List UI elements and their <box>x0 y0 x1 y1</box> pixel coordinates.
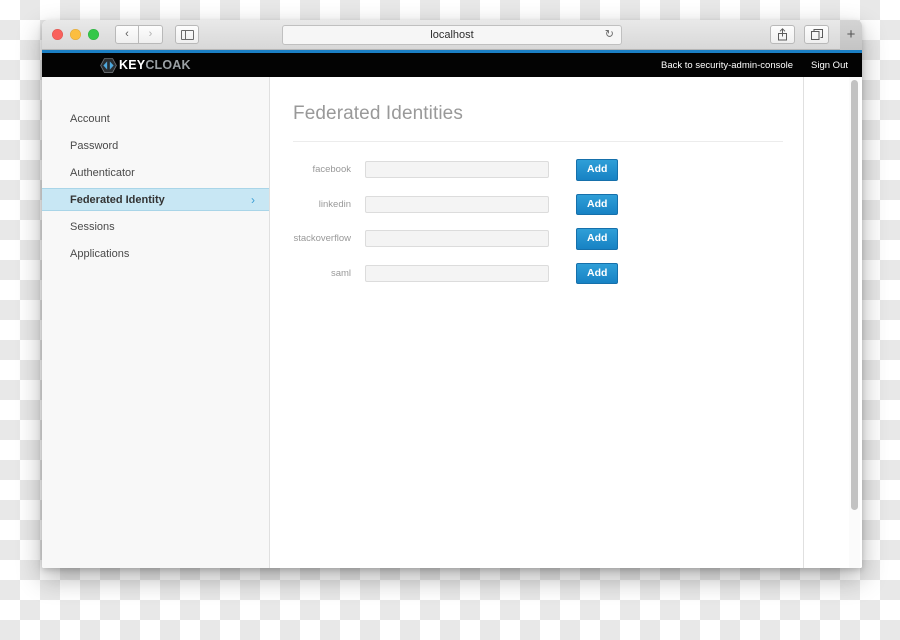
sidebar-item-password[interactable]: Password <box>42 134 269 157</box>
provider-label: linkedin <box>318 198 351 210</box>
page-title: Federated Identities <box>293 103 463 124</box>
address-bar[interactable]: localhost ↻ <box>282 24 622 45</box>
provider-label: facebook <box>312 164 351 176</box>
federated-identity-row-saml: saml Add <box>293 262 803 285</box>
provider-label: stackoverflow <box>293 233 351 245</box>
address-bar-text: localhost <box>430 28 474 41</box>
window-traffic-lights <box>52 29 99 40</box>
page-body: Account Password Authenticator Federated… <box>42 77 862 568</box>
page-scrollbar-thumb[interactable] <box>851 80 858 510</box>
share-button[interactable] <box>770 25 795 44</box>
chevron-right-icon: › <box>251 192 255 207</box>
logo-text-cloak: CLOAK <box>145 58 191 72</box>
keycloak-logo-icon <box>100 57 117 73</box>
main-content: Federated Identities facebook Add linked… <box>270 77 804 568</box>
sidebar-item-label: Sessions <box>70 220 115 233</box>
add-button[interactable]: Add <box>576 262 619 285</box>
show-tabs-button[interactable] <box>804 25 829 44</box>
title-divider <box>293 141 783 142</box>
federated-identity-row-linkedin: linkedin Add <box>293 193 803 216</box>
navigation-buttons: ‹ › <box>115 25 163 44</box>
sidebar-item-label: Account <box>70 112 110 125</box>
federated-identity-row-facebook: facebook Add <box>293 159 803 181</box>
account-sidebar: Account Password Authenticator Federated… <box>42 77 270 568</box>
provider-username-input[interactable] <box>365 230 549 248</box>
add-button[interactable]: Add <box>576 159 619 181</box>
share-icon <box>778 28 787 41</box>
sidebar-item-label: Federated Identity <box>70 193 165 206</box>
keycloak-logo[interactable]: KEYCLOAK <box>100 57 191 73</box>
zoom-window-button[interactable] <box>88 29 99 40</box>
federated-identities-form: facebook Add linkedin Add stackoverflow … <box>293 159 803 285</box>
browser-toolbar: ‹ › localhost ↻ + <box>42 20 862 50</box>
sidebar-item-label: Password <box>70 139 119 152</box>
minimize-window-button[interactable] <box>70 29 81 40</box>
keycloak-header: KEYCLOAK Back to security-admin-console … <box>42 53 862 77</box>
provider-label: saml <box>330 267 351 279</box>
sidebar-toggle-button[interactable] <box>175 25 199 44</box>
sidebar-item-label: Applications <box>70 247 130 260</box>
add-button[interactable]: Add <box>576 193 619 216</box>
page-scrollbar[interactable] <box>849 77 860 568</box>
federated-identity-row-stackoverflow: stackoverflow Add <box>293 228 803 250</box>
reload-icon[interactable]: ↻ <box>605 29 614 40</box>
provider-username-input[interactable] <box>365 161 549 179</box>
new-tab-button[interactable]: + <box>840 20 862 50</box>
sidebar-item-applications[interactable]: Applications <box>42 242 269 265</box>
sidebar-item-sessions[interactable]: Sessions <box>42 215 269 238</box>
back-button[interactable]: ‹ <box>115 25 139 44</box>
provider-username-input[interactable] <box>365 264 549 282</box>
sidebar-item-authenticator[interactable]: Authenticator <box>42 161 269 184</box>
keycloak-logo-text: KEYCLOAK <box>119 58 191 72</box>
logo-text-key: KEY <box>119 58 146 72</box>
add-button[interactable]: Add <box>576 228 619 250</box>
close-window-button[interactable] <box>52 29 63 40</box>
header-nav: Back to security-admin-console Sign Out <box>661 60 848 71</box>
sidebar-item-account[interactable]: Account <box>42 107 269 130</box>
sidebar-item-federated-identity[interactable]: Federated Identity › <box>42 188 269 211</box>
sign-out-link[interactable]: Sign Out <box>811 60 848 71</box>
tabs-overview-icon <box>810 28 823 40</box>
provider-username-input[interactable] <box>365 195 549 213</box>
sidebar-panel-icon <box>180 29 194 40</box>
browser-window: ‹ › localhost ↻ + KEYCLOAK Back to secur… <box>42 20 862 568</box>
forward-button[interactable]: › <box>139 25 163 44</box>
toolbar-right-group: + <box>770 20 862 50</box>
sidebar-item-label: Authenticator <box>70 166 135 179</box>
back-to-admin-console-link[interactable]: Back to security-admin-console <box>661 60 793 71</box>
